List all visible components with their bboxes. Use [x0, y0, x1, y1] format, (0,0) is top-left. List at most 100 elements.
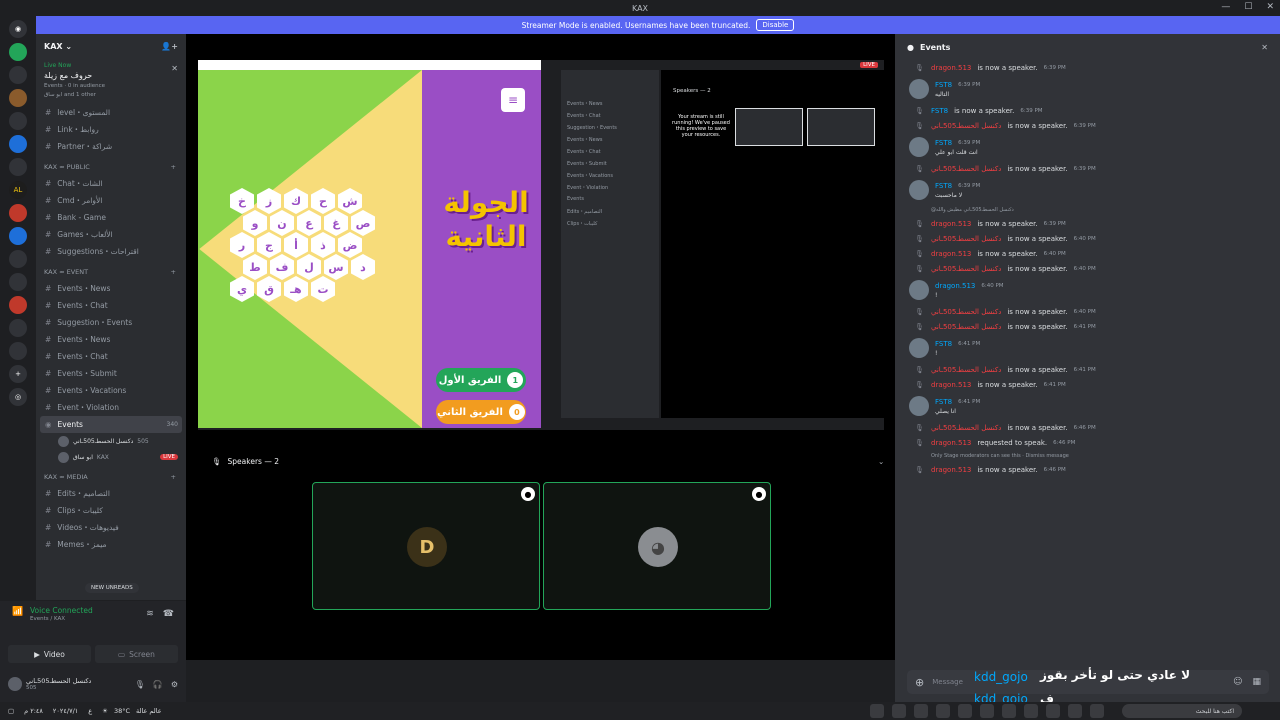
channel-chat[interactable]: # Chat・الشات [36, 175, 186, 192]
username[interactable]: FST8 [931, 107, 948, 115]
add-channel-icon[interactable]: + [171, 268, 176, 276]
add-server-icon[interactable]: + [9, 365, 27, 383]
username[interactable]: dragon.513 [931, 439, 971, 447]
server-icon[interactable] [9, 273, 27, 291]
username[interactable]: دكنسل الحسطـ505ـاني [931, 366, 1001, 374]
username[interactable]: دكنسل الحسطـ505ـاني [931, 165, 1001, 173]
server-icon[interactable]: AL [9, 181, 27, 199]
close-icon[interactable]: ✕ [171, 64, 178, 73]
speakers-header[interactable]: 🎙 Speakers — 2 ⌄ [212, 457, 884, 466]
add-channel-icon[interactable]: + [171, 163, 176, 171]
discord-icon[interactable] [914, 704, 928, 718]
taskbar-lang[interactable]: ع [88, 707, 92, 715]
folder-icon[interactable] [1046, 704, 1060, 718]
maximize-icon[interactable]: ☐ [1244, 2, 1252, 12]
chevron-down-icon[interactable]: ⌄ [878, 457, 884, 466]
app-icon[interactable] [870, 704, 884, 718]
speaker-tile[interactable]: ● ◕ [543, 482, 771, 610]
avatar[interactable] [909, 280, 929, 300]
close-icon[interactable]: ✕ [1266, 2, 1274, 12]
notification-icon[interactable]: ▢ [8, 707, 14, 715]
disconnect-icon[interactable]: ☎ [163, 609, 174, 619]
channel-events-chat-2[interactable]: # Events・Chat [36, 348, 186, 365]
channel-events-chat[interactable]: # Events・Chat [36, 297, 186, 314]
app-icon[interactable] [892, 704, 906, 718]
app-icon[interactable] [1090, 704, 1104, 718]
add-attachment-icon[interactable]: ⊕ [915, 676, 924, 689]
server-icon[interactable] [9, 319, 27, 337]
headphones-icon[interactable]: 🎧 [153, 680, 163, 689]
username[interactable]: dragon.513 [931, 466, 971, 474]
username[interactable]: dragon.513 [931, 220, 971, 228]
tile-action-icon[interactable]: ● [521, 487, 535, 501]
channel-events-submit[interactable]: # Events・Submit [36, 365, 186, 382]
apps-icon[interactable]: ▦ [1252, 677, 1261, 687]
category-media[interactable]: KAX ≈ MEDIA + [36, 465, 186, 485]
live-now-card[interactable]: Live Now حروف مع زيلة Events · 0 in audi… [36, 62, 186, 98]
avatar[interactable] [909, 180, 929, 200]
close-icon[interactable]: ✕ [1261, 43, 1268, 52]
server-icon[interactable] [9, 89, 27, 107]
screen-button[interactable]: ▭ Screen [95, 645, 178, 663]
taskbar-search[interactable]: اكتب هنا للبحث [1122, 704, 1242, 718]
channel-events-news-2[interactable]: # Events・News [36, 331, 186, 348]
channel-clips[interactable]: # Clips・كليبات [36, 502, 186, 519]
new-unreads-pill[interactable]: NEW UNREADS [85, 583, 139, 593]
app-icon[interactable] [1024, 704, 1038, 718]
username[interactable]: dragon.513 [935, 282, 975, 290]
username[interactable]: دكنسل الحسطـ505ـاني [931, 122, 1001, 130]
server-header[interactable]: KAX ⌄ 👤+ [36, 34, 186, 58]
channel-memes[interactable]: # Memes・ميمز [36, 536, 186, 553]
screen-share[interactable]: خ ز ك ح ش و ن ع غ ص ر ج أ ذ ض ط ف ل س د … [198, 60, 884, 430]
disable-button[interactable]: Disable [756, 19, 795, 31]
category-event[interactable]: KAX ≈ EVENT + [36, 260, 186, 280]
username[interactable]: دكنسل الحسطـ505ـاني [931, 235, 1001, 243]
add-channel-icon[interactable]: + [171, 473, 176, 481]
channel-suggestions[interactable]: # Suggestions・اقتراحات [36, 243, 186, 260]
channel-bank[interactable]: # Bank - Game [36, 209, 186, 226]
server-icon[interactable] [9, 112, 27, 130]
app-icon[interactable] [980, 704, 994, 718]
username[interactable]: دكنسل الحسطـ505ـاني [931, 323, 1001, 331]
server-icon[interactable] [9, 158, 27, 176]
username[interactable]: FST8 [935, 340, 952, 348]
username[interactable]: FST8 [935, 398, 952, 406]
username[interactable]: دكنسل الحسطـ505ـاني [931, 308, 1001, 316]
stage-member[interactable]: ابو ساق KAX LIVE [36, 449, 186, 465]
channel-videos[interactable]: # Videos・فيديوهات [36, 519, 186, 536]
chrome-icon[interactable] [958, 704, 972, 718]
channel-level[interactable]: # level・المستوى [36, 104, 186, 121]
username[interactable]: دكنسل الحسطـ505ـاني [931, 424, 1001, 432]
server-icon[interactable] [9, 342, 27, 360]
username[interactable]: dragon.513 [931, 250, 971, 258]
avatar[interactable] [909, 338, 929, 358]
username[interactable]: FST8 [935, 81, 952, 89]
server-icon[interactable] [9, 135, 27, 153]
discord-home-icon[interactable]: ◉ [9, 20, 27, 38]
username[interactable]: dragon.513 [931, 381, 971, 389]
add-member-icon[interactable]: 👤+ [161, 42, 178, 51]
tile-action-icon[interactable]: ● [752, 487, 766, 501]
app-icon[interactable] [1002, 704, 1016, 718]
voice-location[interactable]: Events / KAX [30, 616, 65, 622]
username[interactable]: FST8 [935, 139, 952, 147]
username[interactable]: دكنسل الحسطـ505ـاني [931, 265, 1001, 273]
avatar[interactable] [8, 677, 22, 691]
settings-icon[interactable]: ⚙ [171, 680, 178, 689]
channel-cmd[interactable]: # Cmd・الأوامر [36, 192, 186, 209]
channel-events-news[interactable]: # Events・News [36, 280, 186, 297]
speaker-tile[interactable]: ● D [312, 482, 540, 610]
explore-icon[interactable]: ◎ [9, 388, 27, 406]
minimize-icon[interactable]: — [1221, 2, 1230, 12]
channel-partner[interactable]: # Partner・شراكة [36, 138, 186, 155]
stage-channel-events[interactable]: ◉ Events 340 [40, 416, 182, 433]
channel-games[interactable]: # Games・الألعاب [36, 226, 186, 243]
noise-suppression-icon[interactable]: ≋ [146, 609, 154, 619]
username[interactable]: FST8 [935, 182, 952, 190]
server-icon[interactable] [9, 227, 27, 245]
avatar[interactable] [909, 396, 929, 416]
server-icon[interactable] [9, 204, 27, 222]
channel-edits[interactable]: # Edits・التصاميم [36, 485, 186, 502]
channel-suggestion-events[interactable]: # Suggestion・Events [36, 314, 186, 331]
server-icon[interactable] [9, 43, 27, 61]
